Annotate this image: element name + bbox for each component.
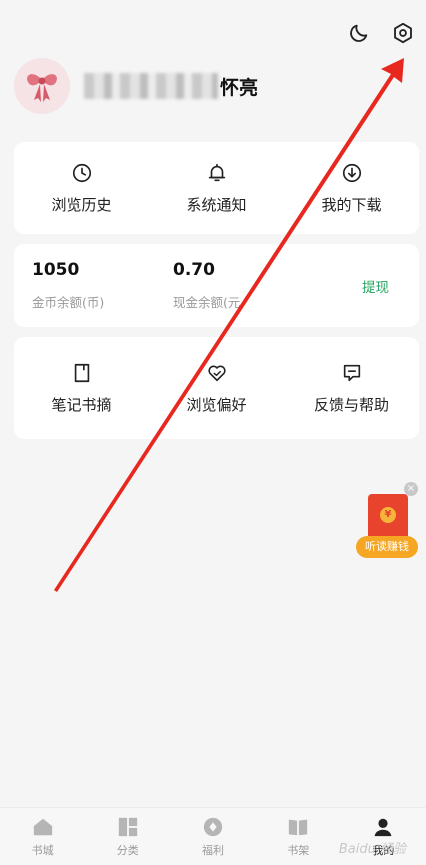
home-icon — [33, 818, 52, 835]
avatar[interactable] — [14, 58, 70, 114]
cash-balance[interactable]: 0.70 现金余额(元 — [173, 260, 314, 311]
tab-bookstore[interactable]: 书城 — [0, 808, 85, 865]
bell-icon — [208, 163, 225, 181]
preferences-button[interactable]: 浏览偏好 — [149, 337, 284, 439]
quick-actions-card: 浏览历史 系统通知 我的下载 — [14, 142, 419, 234]
clock-icon — [72, 163, 91, 182]
heart-icon — [207, 365, 226, 381]
moon-icon[interactable] — [346, 20, 372, 46]
red-envelope-icon: ¥ — [368, 494, 408, 540]
tab-category[interactable]: 分类 — [85, 808, 170, 865]
downloads-button[interactable]: 我的下载 — [284, 142, 419, 234]
cash-balance-value: 0.70 — [173, 260, 215, 280]
username-redacted — [84, 73, 218, 99]
username-suffix: 怀亮 — [220, 76, 259, 99]
preferences-label: 浏览偏好 — [186, 395, 247, 414]
note-icon — [74, 363, 89, 382]
listen-earn-label: 听读赚钱 — [356, 536, 418, 558]
wallet-card: 1050 金币余额(币) 0.70 现金余额(元 提现 — [14, 244, 419, 327]
tab-category-label: 分类 — [116, 843, 139, 857]
tab-welfare-label: 福利 — [202, 843, 224, 857]
history-label: 浏览历史 — [51, 195, 112, 214]
bookshelf-icon — [289, 819, 308, 835]
notifications-label: 系统通知 — [186, 195, 247, 214]
feedback-button[interactable]: 反馈与帮助 — [284, 337, 419, 439]
settings-icon[interactable] — [390, 20, 416, 46]
profile-icon — [375, 818, 392, 836]
profile-header[interactable]: 怀亮 — [14, 58, 258, 114]
welfare-icon — [203, 817, 223, 836]
close-icon[interactable]: × — [404, 482, 418, 496]
tab-welfare[interactable]: 福利 — [170, 808, 255, 865]
coin-balance[interactable]: 1050 金币余额(币) — [32, 260, 173, 311]
cash-balance-label: 现金余额(元 — [173, 295, 241, 310]
withdraw-link[interactable]: 提现 — [362, 276, 389, 296]
downloads-label: 我的下载 — [321, 195, 382, 214]
download-icon — [342, 163, 361, 182]
category-icon — [118, 817, 137, 836]
username: 怀亮 — [84, 73, 258, 100]
floating-reward-ad[interactable]: ¥ × 听读赚钱 — [356, 482, 418, 560]
tab-bookshelf[interactable]: 书架 — [256, 808, 341, 865]
notes-label: 笔记书摘 — [51, 395, 112, 414]
notifications-button[interactable]: 系统通知 — [149, 142, 284, 234]
header-actions — [346, 20, 416, 46]
notes-button[interactable]: 笔记书摘 — [14, 337, 149, 439]
history-button[interactable]: 浏览历史 — [14, 142, 149, 234]
coin-icon: ¥ — [380, 507, 396, 523]
feedback-label: 反馈与帮助 — [313, 395, 389, 414]
tab-bookshelf-label: 书架 — [287, 843, 310, 857]
feedback-icon — [343, 364, 360, 381]
tools-card: 笔记书摘 浏览偏好 反馈与帮助 — [14, 337, 419, 439]
watermark: Baidu 经验 — [338, 842, 406, 857]
coin-balance-value: 1050 — [32, 260, 80, 280]
coin-balance-label: 金币余额(币) — [32, 295, 105, 310]
tab-bookstore-label: 书城 — [31, 843, 54, 857]
